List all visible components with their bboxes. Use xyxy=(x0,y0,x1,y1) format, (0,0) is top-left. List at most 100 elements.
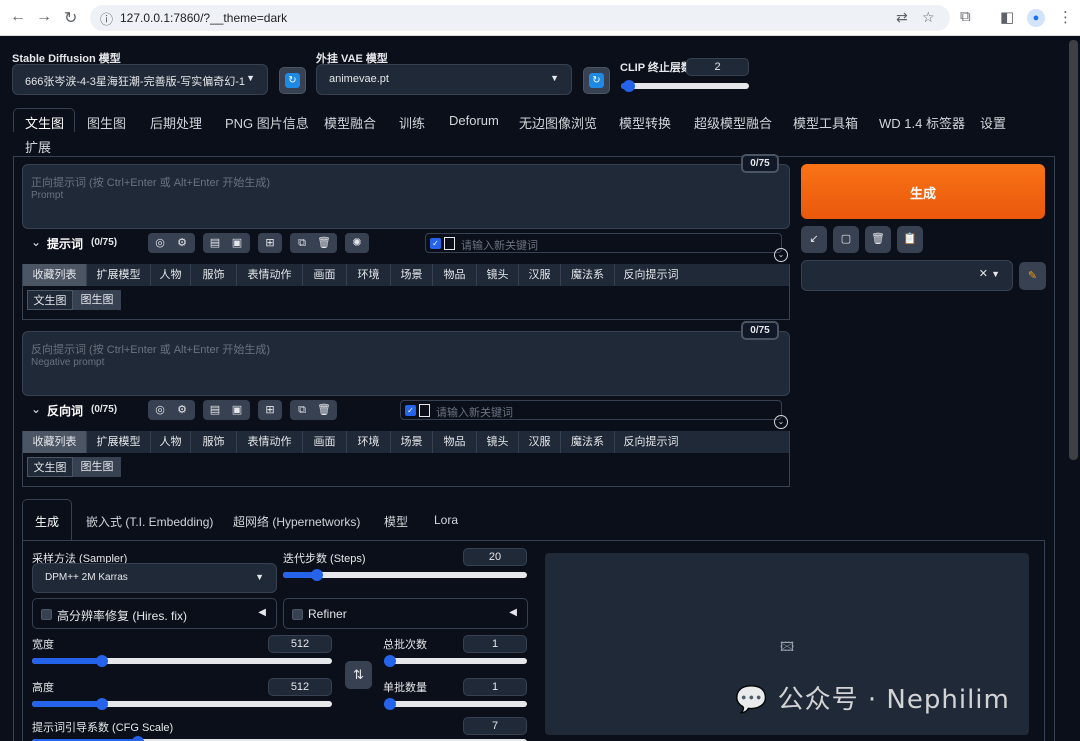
page-scrollbar[interactable] xyxy=(1069,40,1078,460)
prompt-textarea[interactable]: 正向提示词 (按 Ctrl+Enter 或 Alt+Enter 开始生成) Pr… xyxy=(22,164,790,229)
swap-dimensions-icon[interactable]: ⇅ xyxy=(345,661,372,689)
tab-model-toolkit[interactable]: 模型工具箱 xyxy=(793,113,858,132)
batch-count-input[interactable]: 1 xyxy=(463,635,527,653)
width-slider[interactable] xyxy=(32,655,332,667)
steps-input[interactable]: 20 xyxy=(463,548,527,566)
chevron-circle-icon[interactable]: ⌄ xyxy=(31,402,41,416)
category-tab[interactable]: 反向提示词 xyxy=(615,264,687,286)
tab-models[interactable]: 模型 xyxy=(384,513,408,530)
clip-skip-input[interactable]: 2 xyxy=(686,58,749,76)
gear-icon[interactable]: ⚙ xyxy=(175,403,189,417)
category-tab[interactable]: 人物 xyxy=(151,264,191,286)
negative-keyword-input[interactable]: ✓ 请输入新关键词 xyxy=(400,400,782,420)
tab-merge[interactable]: 模型融合 xyxy=(324,113,376,132)
tab-super-merge[interactable]: 超级模型融合 xyxy=(694,113,772,132)
toggle-box[interactable] xyxy=(419,404,430,417)
trash-icon[interactable]: 🗑 xyxy=(317,403,331,417)
tab-embedding[interactable]: 嵌入式 (T.I. Embedding) xyxy=(86,513,213,530)
tab-deforum[interactable]: Deforum xyxy=(449,113,499,128)
tab-train[interactable]: 训练 xyxy=(399,113,425,132)
refiner-checkbox[interactable] xyxy=(292,609,303,620)
refiner-accordion[interactable]: Refiner ◀ xyxy=(283,598,528,629)
category-tab[interactable]: 表情动作 xyxy=(237,431,303,453)
profile-avatar[interactable]: ● xyxy=(1027,9,1045,27)
tab-wd-tagger[interactable]: WD 1.4 标签器 xyxy=(879,113,965,132)
category-tab[interactable]: 扩展模型 xyxy=(87,264,151,286)
tab-image-browser[interactable]: 无边图像浏览 xyxy=(519,113,597,132)
category-tab[interactable]: 表情动作 xyxy=(237,264,303,286)
category-tab[interactable]: 反向提示词 xyxy=(615,431,687,453)
globe-icon[interactable]: ◎ xyxy=(153,236,167,250)
sd-model-dropdown[interactable]: 666张岑涙-4-3星海狂潮-完善版-写实偏奇幻-1. ▼ xyxy=(12,64,268,95)
clipboard-icon[interactable]: 📋 xyxy=(897,226,923,253)
sampler-dropdown[interactable]: DPM++ 2M Karras ▼ xyxy=(32,563,277,593)
tab-img2img[interactable]: 图生图 xyxy=(87,113,126,132)
file-edit-icon[interactable]: ▤ xyxy=(208,236,222,250)
trash-icon[interactable]: 🗑 xyxy=(317,236,331,250)
back-icon[interactable]: ← xyxy=(10,8,26,26)
tab-extras[interactable]: 后期处理 xyxy=(150,113,202,132)
bookmark-icon[interactable]: ▣ xyxy=(230,236,244,250)
tab-hypernetworks[interactable]: 超网络 (Hypernetworks) xyxy=(233,513,360,530)
toggle-box[interactable] xyxy=(444,237,455,250)
subtab-img2img[interactable]: 图生图 xyxy=(73,290,121,310)
negative-prompt-textarea[interactable]: 反向提示词 (按 Ctrl+Enter 或 Alt+Enter 开始生成) Ne… xyxy=(22,331,790,396)
clear-icon[interactable]: ✕ xyxy=(979,267,988,280)
tab-txt2img[interactable]: 文生图 xyxy=(25,113,64,132)
keyword-checkbox[interactable]: ✓ xyxy=(430,238,441,249)
category-tab[interactable]: 镜头 xyxy=(477,431,519,453)
keyword-checkbox[interactable]: ✓ xyxy=(405,405,416,416)
hires-fix-checkbox[interactable] xyxy=(41,609,52,620)
reload-icon[interactable]: ↻ xyxy=(64,8,77,28)
category-tab[interactable]: 汉服 xyxy=(519,264,561,286)
category-tab[interactable]: 物品 xyxy=(433,431,477,453)
edit-styles-pencil-icon[interactable]: ✎ xyxy=(1019,262,1046,290)
category-tab[interactable]: 收藏列表 xyxy=(23,431,87,453)
bookmark-star-icon[interactable]: ☆ xyxy=(922,9,935,26)
category-tab[interactable]: 画面 xyxy=(303,264,347,286)
subtab-txt2img[interactable]: 文生图 xyxy=(27,457,73,477)
category-tab[interactable]: 服饰 xyxy=(191,264,237,286)
subtab-txt2img[interactable]: 文生图 xyxy=(27,290,73,310)
batch-size-slider[interactable] xyxy=(384,698,527,710)
file-edit-icon[interactable]: ▤ xyxy=(208,403,222,417)
gear-icon[interactable]: ⚙ xyxy=(175,236,189,250)
chevron-down-icon[interactable]: ⌄ xyxy=(774,415,788,429)
vae-dropdown[interactable]: animevae.pt ▼ xyxy=(316,64,572,95)
cfg-input[interactable]: 7 xyxy=(463,717,527,735)
openai-icon[interactable]: ✺ xyxy=(350,236,364,250)
category-tab[interactable]: 物品 xyxy=(433,264,477,286)
chevron-circle-icon[interactable]: ⌄ xyxy=(31,235,41,249)
height-slider[interactable] xyxy=(32,698,332,710)
category-tab[interactable]: 收藏列表 xyxy=(23,264,87,286)
category-tab[interactable]: 场景 xyxy=(391,264,433,286)
category-tab[interactable]: 魔法系 xyxy=(561,264,615,286)
copy-icon[interactable]: ⧉ xyxy=(295,403,309,417)
chevron-down-icon[interactable]: ⌄ xyxy=(774,248,788,262)
hires-fix-accordion[interactable]: 高分辨率修复 (Hires. fix) ◀ xyxy=(32,598,277,629)
tab-extensions[interactable]: 扩展 xyxy=(25,137,51,156)
bookmark-icon[interactable]: ▣ xyxy=(230,403,244,417)
steps-slider[interactable] xyxy=(283,569,527,581)
forward-icon[interactable]: → xyxy=(36,8,52,26)
category-tab[interactable]: 镜头 xyxy=(477,264,519,286)
refresh-vae-button[interactable]: ↻ xyxy=(583,67,610,94)
copy-icon[interactable]: ⧉ xyxy=(295,236,309,250)
batch-count-slider[interactable] xyxy=(384,655,527,667)
translate-icon[interactable]: ⊞ xyxy=(263,236,277,250)
translate-icon[interactable]: ⊞ xyxy=(263,403,277,417)
category-tab[interactable]: 扩展模型 xyxy=(87,431,151,453)
tab-model-convert[interactable]: 模型转换 xyxy=(619,113,671,132)
width-input[interactable]: 512 xyxy=(268,635,332,653)
tab-generation[interactable]: 生成 xyxy=(35,513,59,530)
address-bar[interactable]: ⓘ 127.0.0.1:7860/?__theme=dark ⇄ ☆ xyxy=(90,5,950,31)
height-input[interactable]: 512 xyxy=(268,678,332,696)
category-tab[interactable]: 魔法系 xyxy=(561,431,615,453)
side-panel-icon[interactable]: ◧ xyxy=(1000,8,1014,26)
menu-icon[interactable]: ⋮ xyxy=(1058,8,1073,26)
tab-settings[interactable]: 设置 xyxy=(980,113,1006,132)
clip-skip-slider[interactable] xyxy=(621,80,749,92)
category-tab[interactable]: 场景 xyxy=(391,431,433,453)
subtab-img2img[interactable]: 图生图 xyxy=(73,457,121,477)
translate-icon[interactable]: ⇄ xyxy=(896,9,908,26)
